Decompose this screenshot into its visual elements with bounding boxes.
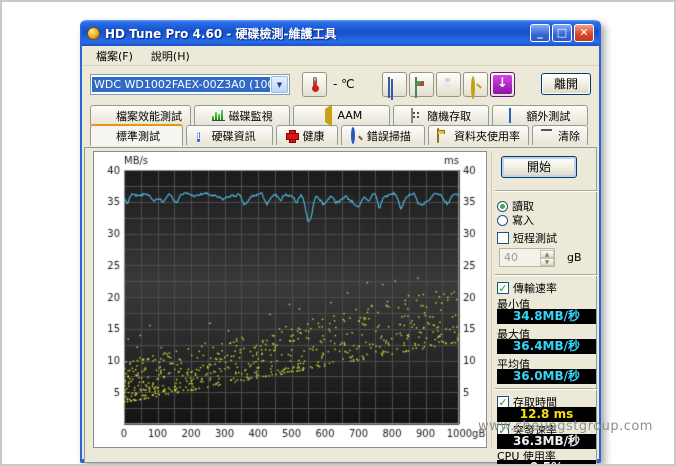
update-button[interactable]: ↓ <box>490 72 515 97</box>
chart-panel <box>93 151 487 448</box>
screenshot-page: HD Tune Pro 4.60 - 硬碟檢測-維護工具 _ □ ✕ 檔案(F)… <box>0 0 676 466</box>
tab-random-access[interactable]: 隨機存取 <box>393 105 489 125</box>
close-icon[interactable]: ✕ <box>574 24 594 42</box>
short-stroke-size-spinner[interactable]: 40 ▲▼ <box>499 248 555 267</box>
spinner-unit-label: gB <box>567 251 582 264</box>
minimize-icon[interactable]: _ <box>530 24 550 42</box>
short-stroke-checkbox[interactable]: 短程測試 <box>497 230 557 246</box>
benchmark-chart <box>94 152 486 447</box>
app-icon <box>87 27 100 40</box>
panel-divider <box>491 151 492 448</box>
cpu-usage-value: 0.5% <box>497 460 596 466</box>
spinner-down-icon[interactable]: ▼ <box>540 258 554 266</box>
thermometer-icon <box>313 77 317 91</box>
temperature-value: - ℃ <box>333 77 355 91</box>
tab-aam[interactable]: AAM <box>293 105 389 125</box>
update-download-icon: ↓ <box>493 75 512 94</box>
speaker-icon <box>320 104 332 127</box>
tab-erase[interactable]: 清除 <box>532 125 588 145</box>
spinner-value: 40 <box>500 251 540 264</box>
bar-chart-icon <box>212 110 225 121</box>
save-button[interactable] <box>436 72 461 97</box>
start-button[interactable]: 開始 <box>501 156 577 178</box>
drive-select-value: WDC WD1002FAEX-00Z3A0 (1000 gB <box>92 77 270 92</box>
hdtune-window: HD Tune Pro 4.60 - 硬碟檢測-維護工具 _ □ ✕ 檔案(F)… <box>80 20 601 463</box>
table-icon <box>509 108 511 123</box>
tab-extra-tests[interactable]: 額外測試 <box>492 105 588 125</box>
drive-select[interactable]: WDC WD1002FAEX-00Z3A0 (1000 gB ▼ <box>90 74 290 95</box>
watermark: www.cheungstgroup.com <box>478 419 653 434</box>
copy-button[interactable] <box>382 72 407 97</box>
window-title: HD Tune Pro 4.60 - 硬碟檢測-維護工具 <box>105 25 530 42</box>
health-cross-icon <box>285 129 298 142</box>
info-icon: i <box>197 132 200 142</box>
tab-health[interactable]: 健康 <box>276 125 337 145</box>
temperature-button[interactable] <box>302 72 327 97</box>
spinner-up-icon[interactable]: ▲ <box>540 250 554 258</box>
tab-benchmark[interactable]: 標準測試 <box>90 124 183 146</box>
tabs-area: 檔案效能測試 磁碟監視 AAM 隨機存取 額外測試 標準測試 i硬碟資訊 健康 … <box>82 102 599 147</box>
avg-value: 36.0MB/秒 <box>497 369 596 384</box>
checkbox-unchecked-icon <box>497 232 509 244</box>
copy-image-icon <box>415 77 417 98</box>
radio-unselected-icon <box>497 215 508 226</box>
dice-icon <box>411 108 413 123</box>
min-value: 34.8MB/秒 <box>497 309 596 324</box>
copy-icon <box>388 77 390 98</box>
keys-icon <box>471 76 475 99</box>
write-radio[interactable]: 寫入 <box>497 212 534 228</box>
tab-folder-usage[interactable]: 資料夾使用率 <box>428 125 529 145</box>
benchmark-controls: 開始 讀取 寫入 短程測試 40 ▲▼ gB <box>495 148 598 464</box>
max-value: 36.4MB/秒 <box>497 339 596 354</box>
magnifier-icon <box>351 127 355 144</box>
chevron-down-icon[interactable]: ▼ <box>271 76 288 93</box>
transfer-rate-checkbox[interactable]: ✓ 傳輸速率 <box>497 280 557 296</box>
toolbar: WDC WD1002FAEX-00Z3A0 (1000 gB ▼ - ℃ ↓ 離… <box>82 66 599 102</box>
menu-help[interactable]: 說明(H) <box>143 46 198 66</box>
benchmark-page: 開始 讀取 寫入 短程測試 40 ▲▼ gB <box>84 147 597 463</box>
menu-bar: 檔案(F) 說明(H) <box>82 46 599 66</box>
title-bar[interactable]: HD Tune Pro 4.60 - 硬碟檢測-維護工具 _ □ ✕ <box>82 20 599 46</box>
tab-disk-monitor[interactable]: 磁碟監視 <box>194 105 290 125</box>
checkbox-checked-icon: ✓ <box>497 282 509 294</box>
folder-icon <box>437 128 439 143</box>
options-button[interactable] <box>463 72 488 97</box>
exit-button[interactable]: 離開 <box>541 73 591 95</box>
copy-image-button[interactable] <box>409 72 434 97</box>
burst-rate-value: 36.3MB/秒 <box>497 434 596 449</box>
radio-selected-icon <box>497 201 508 212</box>
maximize-icon[interactable]: □ <box>552 24 572 42</box>
tab-file-benchmark[interactable]: 檔案效能測試 <box>90 105 191 125</box>
menu-file[interactable]: 檔案(F) <box>88 46 141 66</box>
tab-disk-info[interactable]: i硬碟資訊 <box>186 125 274 145</box>
tab-error-scan[interactable]: 錯誤掃描 <box>341 125 425 145</box>
